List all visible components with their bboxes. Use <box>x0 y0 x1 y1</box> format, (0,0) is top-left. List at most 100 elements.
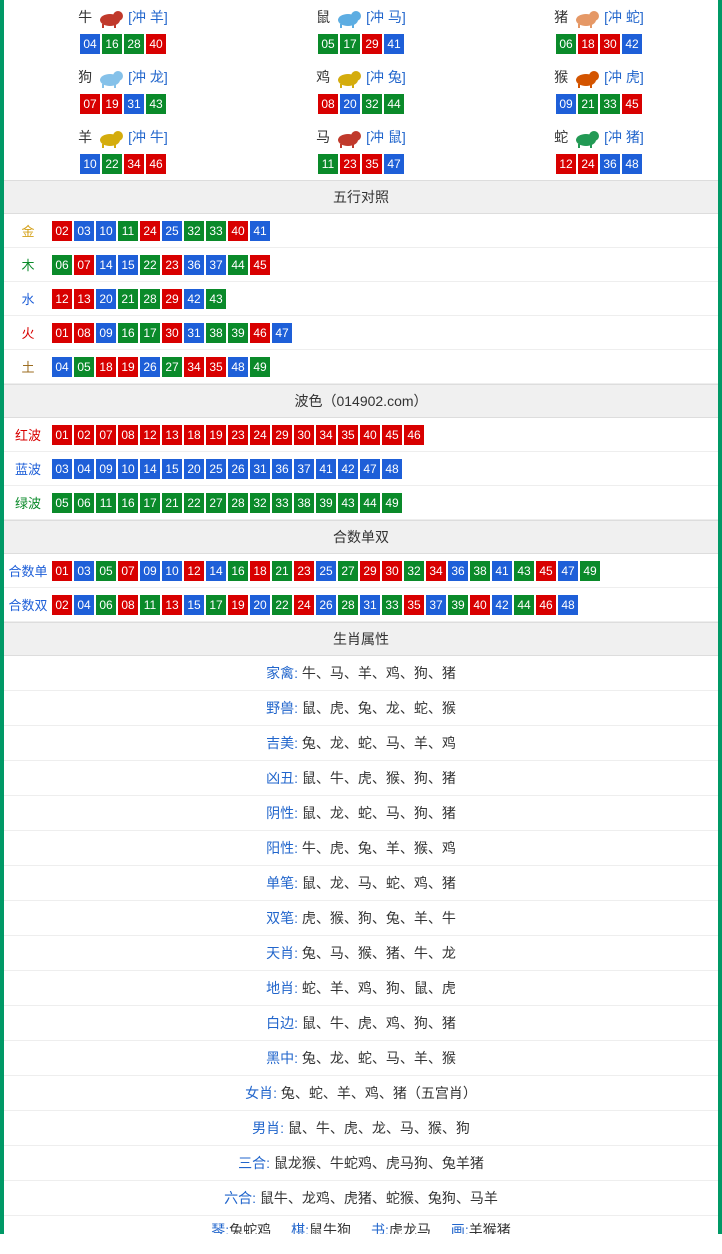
row-nums: 02031011242532334041 <box>52 215 270 247</box>
number-chip: 30 <box>294 425 314 445</box>
number-chip: 42 <box>622 34 642 54</box>
number-chip: 27 <box>206 493 226 513</box>
number-chip: 39 <box>228 323 248 343</box>
number-chip: 06 <box>74 493 94 513</box>
number-chip: 24 <box>140 221 160 241</box>
number-chip: 18 <box>184 425 204 445</box>
number-chip: 28 <box>140 289 160 309</box>
number-chip: 15 <box>118 255 138 275</box>
number-chip: 22 <box>140 255 160 275</box>
number-chip: 45 <box>250 255 270 275</box>
number-chip: 35 <box>362 154 382 174</box>
number-chip: 47 <box>558 561 578 581</box>
attr-name: 单笔: <box>266 875 302 891</box>
wuxing-table: 金02031011242532334041木060714152223363744… <box>4 214 718 384</box>
zodiac-nums: 12243648 <box>480 154 718 174</box>
zodiac-nums: 07193143 <box>4 94 242 114</box>
zodiac-conflict: [冲 蛇] <box>604 7 644 27</box>
number-chip: 49 <box>580 561 600 581</box>
number-chip: 23 <box>294 561 314 581</box>
attr-name: 野兽: <box>266 700 302 716</box>
number-chip: 44 <box>228 255 248 275</box>
number-chip: 10 <box>118 459 138 479</box>
attr-value: 兔、蛇、羊、鸡、猪（五宫肖） <box>281 1085 477 1101</box>
number-chip: 09 <box>556 94 576 114</box>
number-chip: 10 <box>80 154 100 174</box>
table-row: 合数双0204060811131517192022242628313335373… <box>4 588 718 622</box>
row-label: 土 <box>4 357 52 376</box>
attr-row: 阳性: 牛、虎、兔、羊、猴、鸡 <box>4 831 718 866</box>
number-chip: 37 <box>294 459 314 479</box>
row-nums: 03040910141520252631363741424748 <box>52 453 402 485</box>
number-chip: 24 <box>578 154 598 174</box>
number-chip: 06 <box>96 595 116 615</box>
zodiac-icon <box>568 6 604 28</box>
number-chip: 21 <box>162 493 182 513</box>
number-chip: 32 <box>362 94 382 114</box>
zodiac-nums: 09213345 <box>480 94 718 114</box>
number-chip: 48 <box>382 459 402 479</box>
number-chip: 32 <box>404 561 424 581</box>
attr-row: 六合: 鼠牛、龙鸡、虎猪、蛇猴、兔狗、马羊 <box>4 1181 718 1216</box>
number-chip: 20 <box>96 289 116 309</box>
number-chip: 16 <box>228 561 248 581</box>
number-chip: 40 <box>360 425 380 445</box>
attr-table: 家禽: 牛、马、羊、鸡、狗、猪野兽: 鼠、虎、兔、龙、蛇、猴吉美: 兔、龙、蛇、… <box>4 656 718 1216</box>
number-chip: 29 <box>162 289 182 309</box>
zodiac-cell: 鸡[冲 兔]08203244 <box>242 60 480 120</box>
pair-val: 兔蛇鸡 <box>229 1222 271 1234</box>
attr-value: 兔、龙、蛇、马、羊、猴 <box>302 1050 456 1066</box>
number-chip: 35 <box>404 595 424 615</box>
number-chip: 37 <box>426 595 446 615</box>
zodiac-name: 狗 <box>78 67 92 87</box>
zodiac-icon <box>568 126 604 148</box>
attr-name: 三合: <box>238 1155 274 1171</box>
number-chip: 21 <box>578 94 598 114</box>
number-chip: 35 <box>338 425 358 445</box>
number-chip: 22 <box>272 595 292 615</box>
number-chip: 05 <box>96 561 116 581</box>
instrument-pair: 棋:鼠牛狗 <box>291 1220 351 1234</box>
attr-name: 阳性: <box>266 840 302 856</box>
attr-row: 地肖: 蛇、羊、鸡、狗、鼠、虎 <box>4 971 718 1006</box>
attr-row: 双笔: 虎、猴、狗、兔、羊、牛 <box>4 901 718 936</box>
header-heshu: 合数单双 <box>4 520 718 554</box>
number-chip: 46 <box>404 425 424 445</box>
attr-name: 凶丑: <box>266 770 302 786</box>
row-nums: 04051819262734354849 <box>52 351 270 383</box>
number-chip: 41 <box>492 561 512 581</box>
number-chip: 42 <box>492 595 512 615</box>
row-label: 水 <box>4 289 52 308</box>
row-label: 合数双 <box>4 595 52 614</box>
number-chip: 28 <box>338 595 358 615</box>
attr-name: 天肖: <box>266 945 302 961</box>
number-chip: 46 <box>250 323 270 343</box>
number-chip: 04 <box>74 459 94 479</box>
zodiac-cell: 牛[冲 羊]04162840 <box>4 0 242 60</box>
attr-name: 双笔: <box>266 910 302 926</box>
number-chip: 17 <box>340 34 360 54</box>
number-chip: 37 <box>206 255 226 275</box>
number-chip: 34 <box>426 561 446 581</box>
zodiac-name: 鸡 <box>316 67 330 87</box>
number-chip: 33 <box>382 595 402 615</box>
number-chip: 47 <box>360 459 380 479</box>
number-chip: 07 <box>74 255 94 275</box>
number-chip: 28 <box>228 493 248 513</box>
zodiac-icon <box>92 126 128 148</box>
number-chip: 11 <box>96 493 116 513</box>
attr-name: 黑中: <box>266 1050 302 1066</box>
number-chip: 25 <box>316 561 336 581</box>
number-chip: 10 <box>96 221 116 241</box>
row-nums: 0204060811131517192022242628313335373940… <box>52 589 578 621</box>
number-chip: 44 <box>384 94 404 114</box>
number-chip: 49 <box>250 357 270 377</box>
number-chip: 02 <box>74 425 94 445</box>
attr-value: 鼠龙猴、牛蛇鸡、虎马狗、兔羊猪 <box>274 1155 484 1171</box>
number-chip: 41 <box>384 34 404 54</box>
number-chip: 09 <box>96 323 116 343</box>
number-chip: 45 <box>536 561 556 581</box>
number-chip: 14 <box>96 255 116 275</box>
attr-value: 鼠、牛、虎、鸡、狗、猪 <box>302 1015 456 1031</box>
number-chip: 25 <box>206 459 226 479</box>
